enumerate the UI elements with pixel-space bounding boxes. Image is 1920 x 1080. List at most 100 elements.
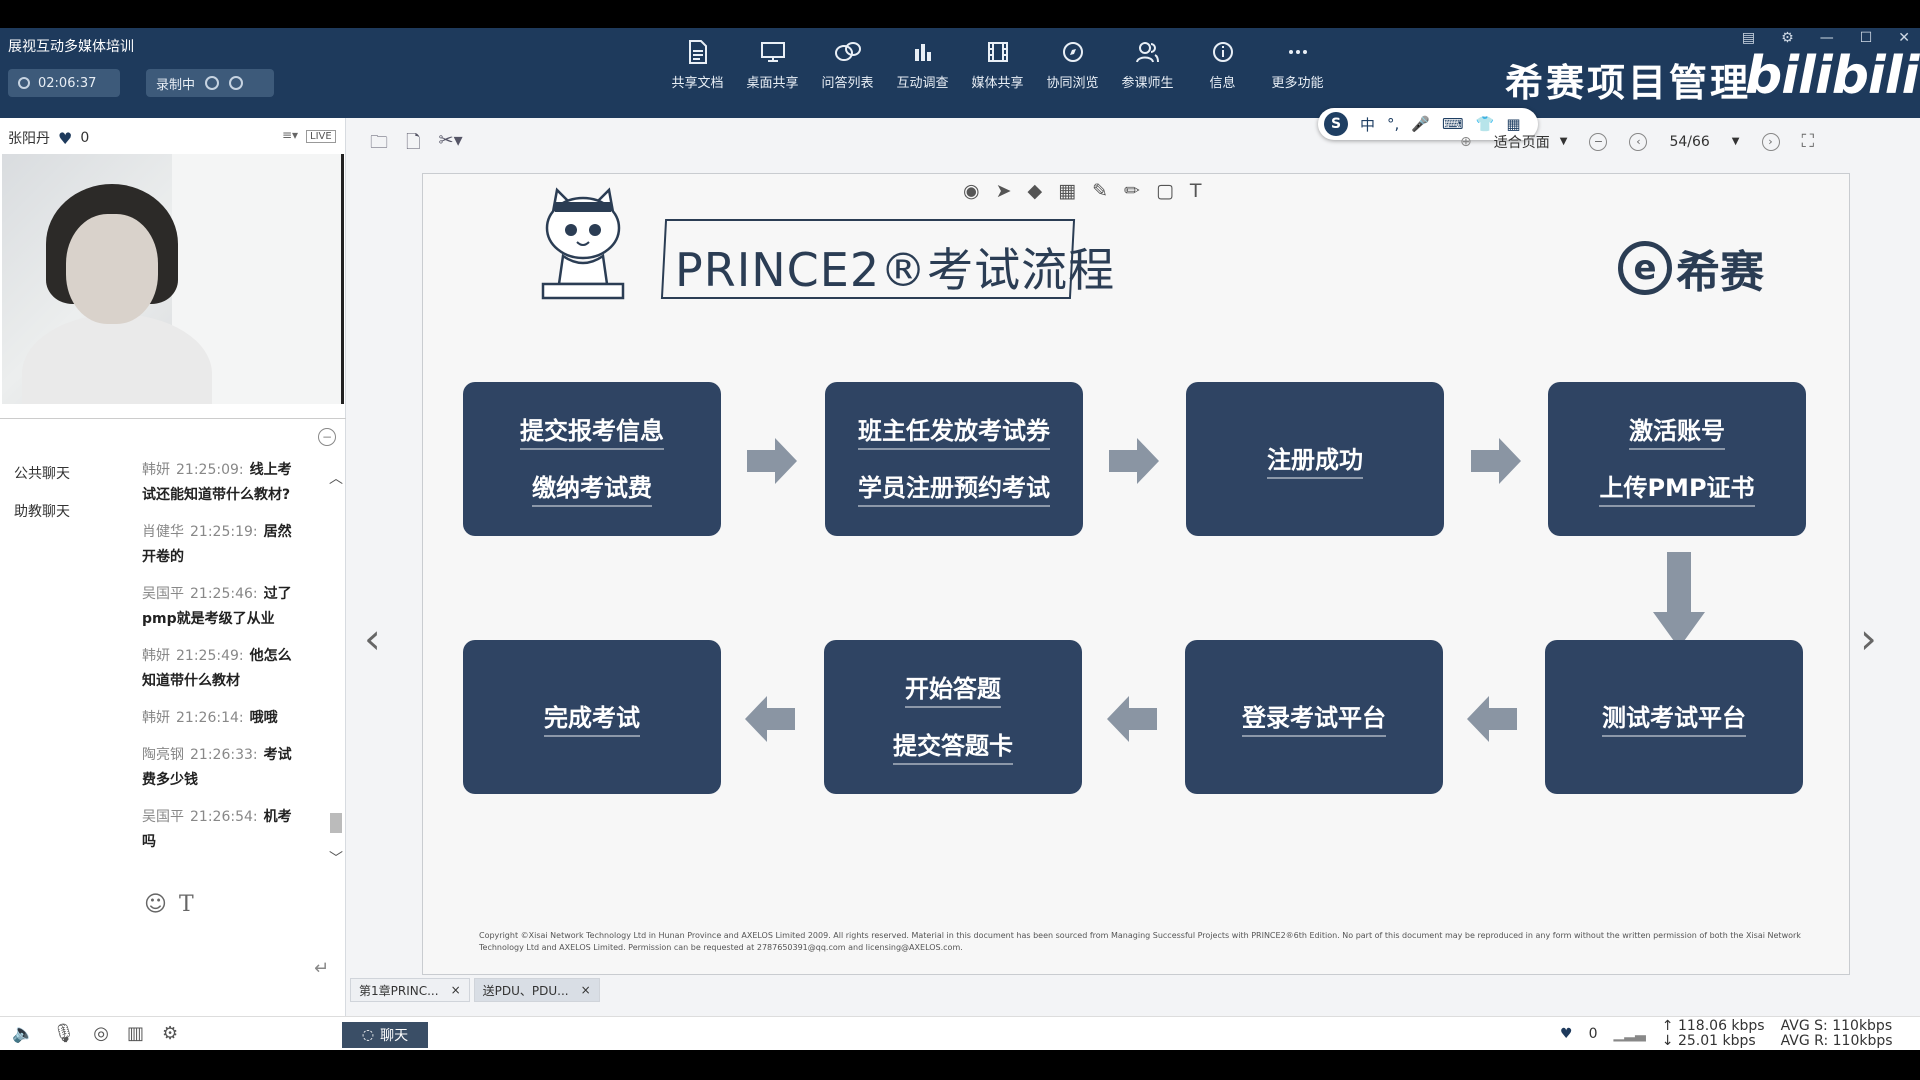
tool-label: 信息 — [1209, 76, 1236, 91]
text-icon[interactable]: T — [1190, 180, 1202, 202]
maximize-icon[interactable]: ☐ — [1860, 30, 1873, 46]
zoom-select[interactable]: 适合页面 — [1494, 132, 1550, 152]
recording-button[interactable]: 录制中 — [146, 69, 274, 97]
users-icon — [1135, 40, 1161, 64]
cat-mascot-icon — [541, 187, 625, 300]
minimize-icon[interactable]: — — [1820, 30, 1834, 46]
tool-info[interactable]: 信息 — [1185, 40, 1260, 110]
doc-tab[interactable]: 送PDU、PDU... × — [473, 978, 600, 1002]
scroll-down-icon[interactable]: ﹀ — [328, 848, 344, 868]
cursor-icon[interactable]: ➤ — [996, 180, 1012, 202]
presenter-video — [2, 154, 344, 404]
chat-message: 韩妍 21:25:09: 线上考试还能知道带什么教材? — [142, 458, 302, 508]
close-icon[interactable]: × — [581, 983, 591, 997]
tool-participants[interactable]: 参课师生 — [1110, 40, 1185, 110]
message-author: 韩妍 — [142, 462, 170, 478]
list-icon[interactable]: ≡▾ — [282, 128, 298, 142]
highlighter-icon[interactable]: ✏ — [1124, 180, 1140, 202]
file-icon[interactable]: 🗋 — [406, 130, 420, 160]
camera-icon[interactable]: ◎ — [93, 1023, 109, 1044]
tab-assistant-chat[interactable]: 助教聊天 — [14, 501, 70, 521]
microphone-icon[interactable]: 🎙 — [52, 1023, 75, 1044]
likes-count: 0 — [1588, 1026, 1598, 1042]
folder-icon[interactable]: 🗀 — [370, 130, 388, 160]
emoji-icon[interactable]: ☺ — [144, 892, 167, 917]
collapse-icon[interactable]: − — [318, 428, 336, 446]
xisai-logo-icon: e — [1618, 241, 1672, 295]
tool-desktop-share[interactable]: 桌面共享 — [735, 40, 810, 110]
fullscreen-icon[interactable]: ⛶ — [1802, 131, 1815, 152]
chat-message: 陶亮钢 21:26:33: 考试费多少钱 — [142, 743, 302, 793]
tool-survey[interactable]: 互动调查 — [885, 40, 960, 110]
rectangle-icon[interactable]: ▢ — [1156, 180, 1174, 202]
compass-icon — [1060, 40, 1086, 64]
text-format-icon[interactable]: T — [179, 892, 194, 917]
chat-messages: 韩妍 21:25:09: 线上考试还能知道带什么教材? 肖健华 21:25:19: 居然… — [142, 458, 302, 867]
chat-tabs: 公共聊天 助教聊天 — [14, 463, 70, 521]
step-4: 激活账号 上传PMP证书 — [1548, 382, 1806, 536]
page-dropdown-icon[interactable]: ▼ — [1732, 136, 1740, 147]
next-page-icon[interactable]: › — [1761, 132, 1780, 151]
ime-punctuation[interactable]: °, — [1387, 115, 1399, 133]
eraser-icon[interactable]: ◆ — [1028, 180, 1043, 202]
microphone-icon[interactable]: 🎤 — [1411, 115, 1430, 133]
ime-mode[interactable]: 中 — [1360, 114, 1375, 135]
chat-message: 吴国平 21:25:46: 过了pmp就是考级了从业 — [142, 582, 302, 632]
doc-tab-label: 送PDU、PDU... — [482, 983, 569, 998]
chat-button[interactable]: ◌ 聊天 — [342, 1022, 428, 1048]
page-indicator[interactable]: 54/66 — [1669, 134, 1709, 150]
speaker-icon[interactable]: 🔈 — [12, 1023, 34, 1044]
slide-title: PRINCE2®考试流程 — [675, 243, 1116, 297]
step-line: 提交报考信息 — [520, 411, 664, 450]
divider — [0, 418, 346, 419]
step-line: 缴纳考试费 — [532, 468, 652, 507]
settings-icon[interactable]: ⚙ — [1781, 30, 1794, 46]
device-controls: 🔈 🎙 ◎ ▥ ⚙ — [12, 1023, 178, 1044]
send-icon[interactable]: ↵ — [314, 958, 329, 979]
chevron-down-icon[interactable]: ▼ — [1560, 136, 1568, 147]
message-author: 韩妍 — [142, 648, 170, 664]
message-author: 陶亮钢 — [142, 747, 184, 763]
tool-more[interactable]: 更多功能 — [1260, 40, 1335, 110]
tool-media-share[interactable]: 媒体共享 — [960, 40, 1035, 110]
download-arrow-icon: ↓ — [1661, 1033, 1678, 1049]
presenter-likes: 0 — [80, 130, 90, 146]
layout-icon[interactable]: ▤ — [1742, 30, 1755, 46]
slide-next-arrow[interactable]: › — [1860, 614, 1877, 663]
desktop-icon — [760, 40, 786, 64]
close-icon[interactable]: × — [451, 983, 461, 997]
doc-tab[interactable]: 第1章PRINC... × — [350, 978, 470, 1002]
close-icon[interactable]: ✕ — [1898, 30, 1910, 46]
message-time: 21:25:09: — [176, 462, 244, 478]
heart-icon[interactable]: ♥ — [58, 129, 72, 148]
slide-prev-arrow[interactable]: ‹ — [364, 614, 381, 663]
timer-value: 02:06:37 — [38, 75, 97, 91]
tab-public-chat[interactable]: 公共聊天 — [14, 463, 70, 483]
chart-icon — [910, 40, 936, 64]
document-tabs: 第1章PRINC... × 送PDU、PDU... × — [350, 978, 600, 1002]
stop-icon[interactable] — [229, 76, 244, 90]
step-line: 开始答题 — [905, 669, 1001, 708]
message-time: 21:25:46: — [190, 586, 258, 602]
settings-icon[interactable]: ⚙ — [162, 1023, 178, 1044]
scroll-up-icon[interactable]: ︿ — [328, 468, 344, 488]
heart-icon[interactable]: ♥ — [1560, 1026, 1573, 1042]
prev-page-icon[interactable]: ‹ — [1629, 132, 1648, 151]
chat-scrollbar[interactable]: ︿ ﹀ — [328, 468, 344, 868]
scroll-thumb[interactable] — [330, 813, 342, 833]
pause-icon[interactable] — [205, 76, 220, 90]
tool-co-browse[interactable]: 协同浏览 — [1035, 40, 1110, 110]
feature-toolbar: 共享文档 桌面共享 问答列表 互动调查 媒体共享 协同浏览 参课师生 信息 更多… — [660, 40, 1335, 110]
tool-share-document[interactable]: 共享文档 — [660, 40, 735, 110]
page-controls: ⊕ 适合页面 ▼ − ‹ 54/66 ▼ › ⛶ — [1460, 131, 1814, 152]
laser-pointer-icon[interactable]: ◉ — [963, 180, 980, 202]
upload-icon[interactable]: ⊕ — [1460, 134, 1472, 150]
more-icon — [1285, 40, 1311, 64]
clear-icon[interactable]: ▦ — [1058, 180, 1076, 202]
equalizer-icon[interactable]: ▥ — [127, 1023, 144, 1044]
pen-icon[interactable]: ✎ — [1092, 180, 1108, 202]
window-controls: ▤ ⚙ — ☐ ✕ — [1742, 30, 1910, 46]
tool-qa-list[interactable]: 问答列表 — [810, 40, 885, 110]
scissors-icon[interactable]: ✂▾ — [438, 130, 462, 160]
zoom-out-icon[interactable]: − — [1589, 132, 1608, 151]
